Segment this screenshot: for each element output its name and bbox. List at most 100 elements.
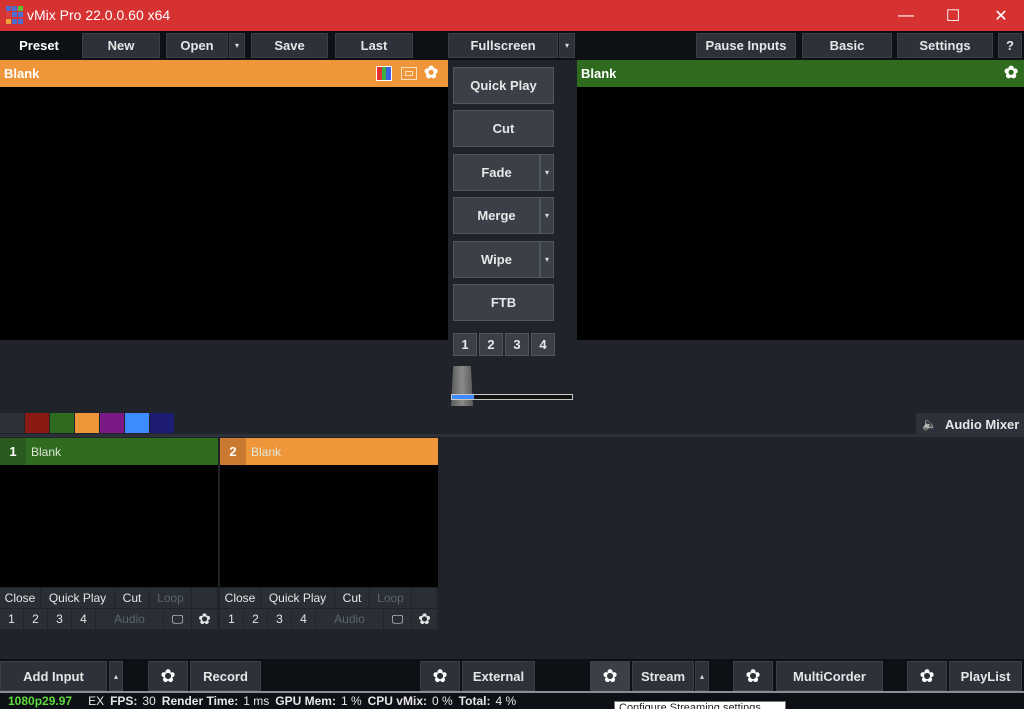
- input-close-button[interactable]: Close: [0, 588, 41, 608]
- playlist-button[interactable]: PlayList: [949, 661, 1022, 691]
- stream-dropdown-button[interactable]: ▴: [695, 661, 709, 691]
- preview-gear-icon[interactable]: ✿: [424, 64, 438, 81]
- tbar-handle[interactable]: [451, 366, 473, 406]
- add-input-button[interactable]: Add Input: [0, 661, 107, 691]
- playlist-settings-gear-icon[interactable]: ✿: [907, 661, 947, 691]
- preview-header: Blank ✿: [0, 60, 448, 87]
- wipe-dropdown-button[interactable]: ▾: [540, 241, 554, 278]
- gpu-mem-value: 1 %: [340, 694, 362, 708]
- color-tag-2[interactable]: [50, 413, 74, 433]
- resolution-readout[interactable]: 1080p29.97: [8, 694, 72, 708]
- bottom-toolbar: Add Input ▴ ✿ Record ✿ External ✿ Stream…: [0, 659, 1024, 692]
- input-cut-button[interactable]: Cut: [335, 588, 370, 608]
- color-tag-0[interactable]: [0, 413, 24, 433]
- external-settings-gear-icon[interactable]: ✿: [420, 661, 460, 691]
- maximize-icon: ☐: [945, 7, 961, 25]
- fade-dropdown-button[interactable]: ▾: [540, 154, 554, 191]
- input-tile: 1 Blank Close Quick Play Cut Loop 1 2 3 …: [0, 438, 218, 629]
- preset-button[interactable]: Preset: [6, 33, 72, 58]
- record-settings-gear-icon[interactable]: ✿: [148, 661, 188, 691]
- overlay-4-button[interactable]: 4: [292, 609, 316, 629]
- add-input-dropdown-button[interactable]: ▴: [109, 661, 123, 691]
- input-header[interactable]: 1 Blank: [0, 438, 218, 465]
- overlay-1-button[interactable]: 1: [220, 609, 244, 629]
- color-tag-1[interactable]: [25, 413, 49, 433]
- color-tag-6[interactable]: [150, 413, 174, 433]
- fullscreen-dropdown-button[interactable]: ▾: [559, 33, 575, 58]
- record-button[interactable]: Record: [190, 661, 261, 691]
- cpu-vmix-label: CPU vMix:: [367, 694, 427, 708]
- transition-2-button[interactable]: 2: [479, 333, 503, 356]
- preview-title: Blank: [4, 66, 40, 81]
- overlay-3-button[interactable]: 3: [268, 609, 292, 629]
- overlay-2-button[interactable]: 2: [24, 609, 48, 629]
- input-cut-button[interactable]: Cut: [115, 588, 150, 608]
- monitor-icon[interactable]: 🖵: [164, 609, 192, 629]
- preview-screen: [0, 87, 448, 340]
- multicorder-button[interactable]: MultiCorder: [776, 661, 883, 691]
- stream-button[interactable]: Stream: [632, 661, 694, 691]
- save-button[interactable]: Save: [251, 33, 328, 58]
- input-gear-icon[interactable]: ✿: [192, 609, 218, 629]
- transition-4-button[interactable]: 4: [531, 333, 555, 356]
- ftb-button[interactable]: FTB: [453, 284, 554, 321]
- color-tag-4[interactable]: [100, 413, 124, 433]
- wipe-button[interactable]: Wipe: [453, 241, 540, 278]
- input-quick-play-button[interactable]: Quick Play: [41, 588, 115, 608]
- color-bars-icon[interactable]: [376, 66, 392, 81]
- render-time-value: 1 ms: [243, 694, 270, 708]
- new-button[interactable]: New: [82, 33, 160, 58]
- stream-settings-gear-icon[interactable]: ✿: [590, 661, 630, 691]
- quick-play-button[interactable]: Quick Play: [453, 67, 554, 104]
- minimize-button[interactable]: —: [883, 0, 929, 31]
- overlay-4-button[interactable]: 4: [72, 609, 96, 629]
- external-button[interactable]: External: [462, 661, 535, 691]
- multicorder-settings-gear-icon[interactable]: ✿: [733, 661, 773, 691]
- input-preview[interactable]: [0, 465, 218, 587]
- input-loop-button[interactable]: Loop: [370, 588, 412, 608]
- monitor-icon[interactable]: 🖵: [384, 609, 412, 629]
- help-button[interactable]: ?: [998, 33, 1022, 58]
- transition-1-button[interactable]: 1: [453, 333, 477, 356]
- basic-button[interactable]: Basic: [802, 33, 892, 58]
- stream-settings-tooltip: Configure Streaming settings: [614, 701, 786, 709]
- overlay-1-button[interactable]: 1: [0, 609, 24, 629]
- chevron-up-icon: ▴: [699, 671, 704, 681]
- input-audio-button[interactable]: Audio: [316, 609, 384, 629]
- overlay-3-button[interactable]: 3: [48, 609, 72, 629]
- merge-button[interactable]: Merge: [453, 197, 540, 234]
- transition-3-button[interactable]: 3: [505, 333, 529, 356]
- input-preview[interactable]: [220, 465, 438, 587]
- cut-button[interactable]: Cut: [453, 110, 554, 147]
- status-bar: 1080p29.97 EX FPS: 30 Render Time: 1 ms …: [0, 693, 1024, 709]
- close-window-button[interactable]: ✕: [978, 0, 1024, 31]
- merge-dropdown-button[interactable]: ▾: [540, 197, 554, 234]
- settings-button[interactable]: Settings: [897, 33, 993, 58]
- open-dropdown-button[interactable]: ▾: [229, 33, 245, 58]
- audio-mixer-button[interactable]: 🔈 Audio Mixer: [916, 413, 1024, 435]
- output-header: Blank ✿: [577, 60, 1024, 87]
- safe-area-icon[interactable]: [401, 67, 417, 80]
- logo-cell: [6, 6, 11, 11]
- input-loop-button[interactable]: Loop: [150, 588, 192, 608]
- open-button[interactable]: Open: [166, 33, 228, 58]
- last-button[interactable]: Last: [335, 33, 413, 58]
- input-quick-play-button[interactable]: Quick Play: [261, 588, 335, 608]
- speaker-icon: 🔈: [922, 417, 937, 431]
- color-tag-3[interactable]: [75, 413, 99, 433]
- maximize-button[interactable]: ☐: [930, 0, 976, 31]
- output-gear-icon[interactable]: ✿: [1004, 64, 1018, 81]
- total-label: Total:: [458, 694, 491, 708]
- fullscreen-button[interactable]: Fullscreen: [448, 33, 558, 58]
- chevron-down-icon: ▾: [544, 168, 549, 177]
- pause-inputs-button[interactable]: Pause Inputs: [696, 33, 796, 58]
- input-controls: Close Quick Play Cut Loop: [0, 588, 218, 608]
- input-audio-button[interactable]: Audio: [96, 609, 164, 629]
- input-gear-icon[interactable]: ✿: [412, 609, 438, 629]
- fade-button[interactable]: Fade: [453, 154, 540, 191]
- input-close-button[interactable]: Close: [220, 588, 261, 608]
- color-tag-5[interactable]: [125, 413, 149, 433]
- overlay-2-button[interactable]: 2: [244, 609, 268, 629]
- input-header[interactable]: 2 Blank: [220, 438, 438, 465]
- tbar-slider[interactable]: [451, 394, 573, 400]
